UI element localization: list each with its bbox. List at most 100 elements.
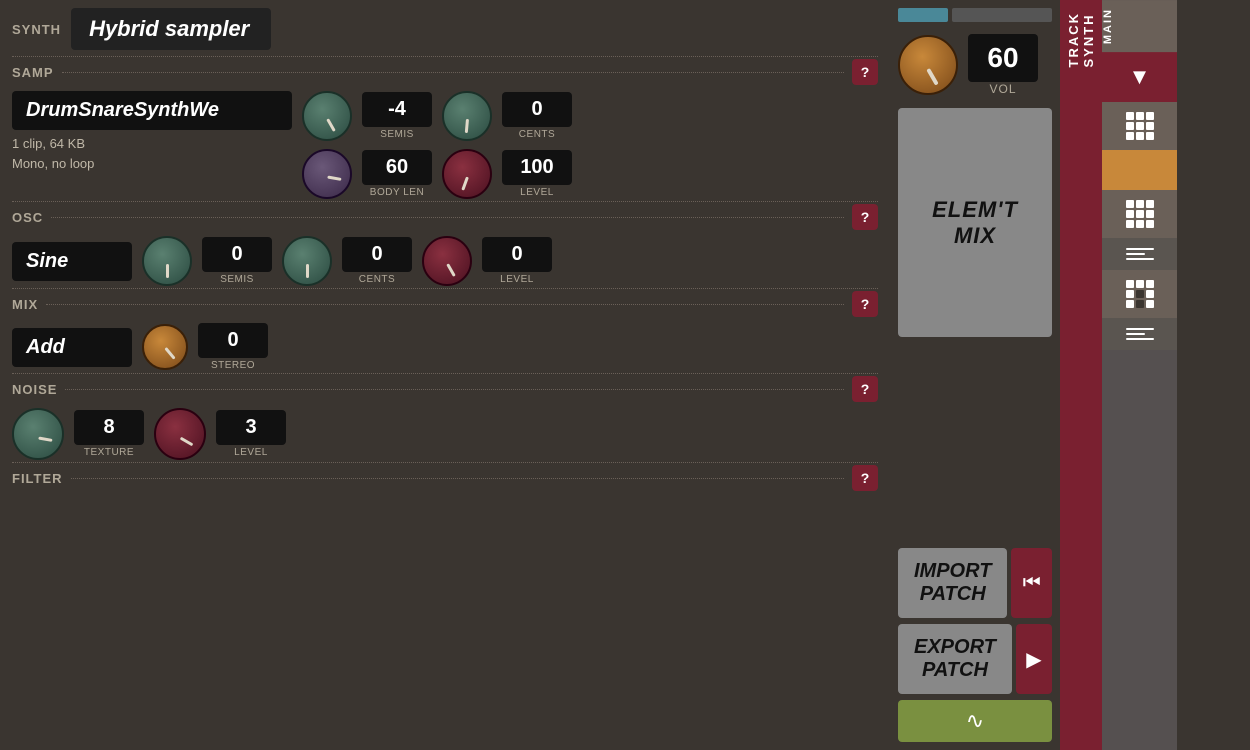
- osc-help-button[interactable]: ?: [852, 204, 878, 230]
- slider-bar-right[interactable]: [952, 8, 1052, 22]
- samp-knob4-group: [442, 149, 492, 199]
- elem-mix-button[interactable]: ELEM'TMIX: [898, 108, 1052, 337]
- osc-cents-value[interactable]: 0: [342, 237, 412, 272]
- slider-bar-left[interactable]: [898, 8, 948, 22]
- osc-type[interactable]: Sine: [12, 242, 132, 281]
- mix-knob1[interactable]: [142, 324, 188, 370]
- samp-semis-value[interactable]: -4: [362, 92, 432, 127]
- eq-icon-button-1[interactable]: [1102, 238, 1177, 270]
- spacer: [890, 341, 1060, 542]
- grid-icon-1: [1126, 112, 1154, 140]
- vol-knob-indicator: [926, 68, 938, 86]
- back-button[interactable]: ⏮: [1011, 548, 1052, 618]
- waveform-row: ∿: [890, 700, 1060, 750]
- vol-label: VOL: [989, 82, 1016, 96]
- samp-knob1-indicator: [326, 118, 336, 132]
- eq-icon-button-2[interactable]: [1102, 318, 1177, 350]
- samp-level-group: 100 LEVEL: [502, 150, 572, 198]
- noise-knob2[interactable]: [154, 408, 206, 460]
- samp-bodylen-group: 60 BODY LEN: [362, 150, 432, 198]
- samp-help-button[interactable]: ?: [852, 59, 878, 85]
- samp-cents-value[interactable]: 0: [502, 92, 572, 127]
- osc-label: OSC: [12, 208, 43, 227]
- synth-divider: [12, 56, 878, 57]
- center-panel: 60 VOL ELEM'TMIX IMPORTPATCH ⏮ EXPORTPAT…: [890, 0, 1060, 750]
- mix-stereo-value[interactable]: 0: [198, 323, 268, 358]
- samp-cents-label: CENTS: [519, 129, 555, 140]
- filter-help-button[interactable]: ?: [852, 465, 878, 491]
- samp-bodylen-label: BODY LEN: [370, 187, 424, 198]
- filter-divider-top: [12, 462, 878, 463]
- osc-knob1-group: [142, 236, 192, 286]
- play-button[interactable]: ▶: [1016, 624, 1052, 694]
- mix-help-button[interactable]: ?: [852, 291, 878, 317]
- grid-icon-2: [1126, 200, 1154, 228]
- osc-level-label: LEVEL: [500, 274, 534, 285]
- samp-param-groups: -4 SEMIS 0 CENTS: [302, 91, 572, 199]
- osc-controls: Sine 0 SEMIS: [12, 236, 878, 286]
- osc-semis-value[interactable]: 0: [202, 237, 272, 272]
- track-panel: TRACKSYNTH: [1060, 0, 1102, 750]
- mix-line-divider: [46, 304, 844, 305]
- osc-section: OSC ? Sine 0 SEMIS: [12, 204, 878, 286]
- osc-knob1[interactable]: [142, 236, 192, 286]
- ice9-brown-block: [1102, 150, 1177, 190]
- samp-knob3[interactable]: [302, 149, 352, 199]
- main-label: MAIN: [1102, 0, 1177, 52]
- noise-line-divider: [65, 389, 844, 390]
- noise-texture-group: 8 TEXTURE: [74, 410, 144, 458]
- waveform-button[interactable]: ∿: [898, 700, 1052, 742]
- samp-divider: [62, 72, 844, 73]
- vol-value[interactable]: 60: [968, 34, 1038, 82]
- samp-knob3-indicator: [327, 176, 341, 181]
- samp-knob3-group: [302, 149, 352, 199]
- sample-name[interactable]: DrumSnareSynthWe: [12, 91, 292, 130]
- samp-knob2-indicator: [464, 119, 468, 133]
- mix-label: MIX: [12, 295, 38, 314]
- track-label: TRACKSYNTH: [1066, 12, 1096, 68]
- samp-row1: -4 SEMIS 0 CENTS: [302, 91, 572, 141]
- samp-semis-label: SEMIS: [380, 129, 414, 140]
- samp-semis-group: -4 SEMIS: [362, 92, 432, 140]
- osc-knob2[interactable]: [282, 236, 332, 286]
- noise-level-group: 3 LEVEL: [216, 410, 286, 458]
- noise-texture-label: TEXTURE: [84, 447, 134, 458]
- noise-knob1-indicator: [38, 437, 52, 442]
- osc-knob1-indicator: [166, 264, 169, 278]
- app-container: SYNTH Hybrid sampler SAMP ? DrumSnareSyn…: [0, 0, 1250, 750]
- samp-section: SAMP ? DrumSnareSynthWe 1 clip, 64 KB Mo…: [12, 59, 878, 199]
- noise-help-button[interactable]: ?: [852, 376, 878, 402]
- down-arrow-button[interactable]: ▼: [1102, 52, 1177, 102]
- osc-knob3[interactable]: [422, 236, 472, 286]
- filter-section: FILTER ?: [12, 465, 878, 491]
- osc-divider-top: [12, 201, 878, 202]
- vol-value-group: 60 VOL: [968, 34, 1038, 96]
- samp-knob1[interactable]: [302, 91, 352, 141]
- export-patch-button[interactable]: EXPORTPATCH: [898, 624, 1012, 694]
- osc-level-value[interactable]: 0: [482, 237, 552, 272]
- samp-knob4-indicator: [461, 176, 469, 190]
- grid-icon-button-3[interactable]: [1102, 270, 1177, 318]
- noise-texture-value[interactable]: 8: [74, 410, 144, 445]
- samp-level-label: LEVEL: [520, 187, 554, 198]
- noise-level-value[interactable]: 3: [216, 410, 286, 445]
- vol-knob[interactable]: [898, 35, 958, 95]
- grid-icon-button-1[interactable]: [1102, 102, 1177, 150]
- samp-bodylen-value[interactable]: 60: [362, 150, 432, 185]
- export-row: EXPORTPATCH ▶: [890, 624, 1060, 700]
- samp-cents-group: 0 CENTS: [502, 92, 572, 140]
- samp-knob2[interactable]: [442, 91, 492, 141]
- samp-label: SAMP: [12, 63, 54, 82]
- osc-cents-label: CENTS: [359, 274, 395, 285]
- grid-icon-button-2[interactable]: [1102, 190, 1177, 238]
- noise-knob1[interactable]: [12, 408, 64, 460]
- noise-knob1-group: [12, 408, 64, 460]
- right-area: 60 VOL ELEM'TMIX IMPORTPATCH ⏮ EXPORTPAT…: [890, 0, 1250, 750]
- samp-knob4[interactable]: [442, 149, 492, 199]
- eq-icon-2: [1126, 328, 1154, 340]
- import-patch-button[interactable]: IMPORTPATCH: [898, 548, 1007, 618]
- mix-controls: Add 0 STEREO: [12, 323, 878, 371]
- samp-level-value[interactable]: 100: [502, 150, 572, 185]
- mix-type[interactable]: Add: [12, 328, 132, 367]
- mix-knob1-indicator: [164, 347, 175, 360]
